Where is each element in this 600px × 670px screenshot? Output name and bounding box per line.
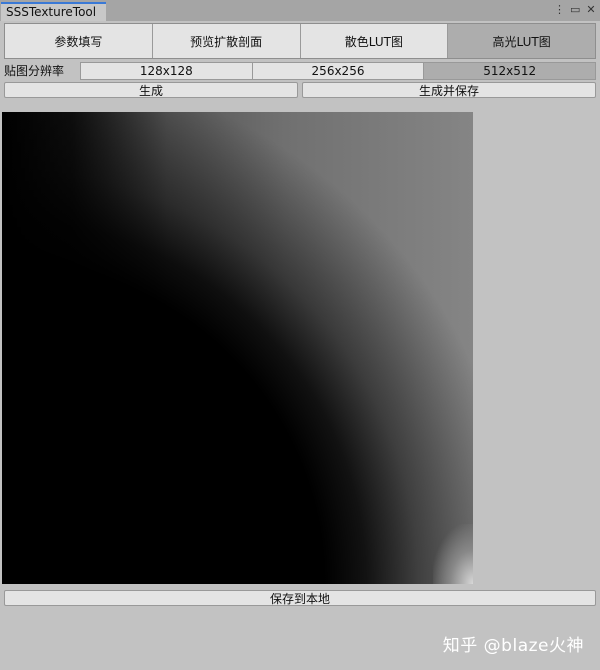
generate-button-label: 生成 bbox=[138, 83, 163, 98]
maximize-icon[interactable]: ▭ bbox=[570, 3, 580, 17]
window-tab-title: SSSTextureTool bbox=[6, 5, 97, 19]
resolution-option-256[interactable]: 256x256 bbox=[252, 63, 425, 79]
more-icon[interactable]: ⋮ bbox=[554, 3, 565, 17]
generate-button[interactable]: 生成 bbox=[4, 82, 298, 98]
main-toolbar: 参数填写 预览扩散剖面 散色LUT图 高光LUT图 bbox=[4, 23, 596, 59]
tab-params-label: 参数填写 bbox=[54, 34, 103, 49]
resolution-label: 贴图分辨率 bbox=[4, 64, 65, 78]
resolution-option-512-label: 512x512 bbox=[483, 64, 537, 78]
resolution-option-128-label: 128x128 bbox=[139, 64, 193, 78]
specular-lut-preview bbox=[2, 112, 473, 584]
window-tab[interactable]: SSSTextureTool bbox=[1, 2, 106, 21]
tab-specular-lut[interactable]: 高光LUT图 bbox=[448, 24, 595, 58]
resolution-selector: 128x128 256x256 512x512 bbox=[80, 62, 596, 80]
tab-preview-profile-label: 预览扩散剖面 bbox=[190, 34, 263, 49]
window-titlebar: SSSTextureTool ⋮ ▭ ✕ bbox=[0, 0, 600, 21]
tab-specular-lut-label: 高光LUT图 bbox=[492, 34, 551, 49]
resolution-row: 贴图分辨率 128x128 256x256 512x512 bbox=[4, 62, 596, 80]
generate-and-save-button-label: 生成并保存 bbox=[418, 83, 479, 98]
tab-params[interactable]: 参数填写 bbox=[5, 24, 153, 58]
tab-scatter-lut-label: 散色LUT图 bbox=[344, 34, 403, 49]
save-local-button[interactable]: 保存到本地 bbox=[4, 590, 596, 606]
generate-and-save-button[interactable]: 生成并保存 bbox=[302, 82, 596, 98]
tab-preview-profile[interactable]: 预览扩散剖面 bbox=[152, 24, 301, 58]
resolution-option-256-label: 256x256 bbox=[311, 64, 365, 78]
save-local-button-label: 保存到本地 bbox=[269, 591, 330, 606]
resolution-option-512[interactable]: 512x512 bbox=[424, 63, 596, 79]
window-controls: ⋮ ▭ ✕ bbox=[554, 3, 596, 17]
generate-row: 生成 生成并保存 bbox=[4, 82, 596, 98]
close-icon[interactable]: ✕ bbox=[586, 3, 596, 17]
watermark: 知乎 @blaze火神 bbox=[442, 636, 584, 656]
resolution-option-128[interactable]: 128x128 bbox=[81, 63, 253, 79]
lut-highlight bbox=[433, 524, 473, 584]
tab-scatter-lut[interactable]: 散色LUT图 bbox=[300, 24, 449, 58]
